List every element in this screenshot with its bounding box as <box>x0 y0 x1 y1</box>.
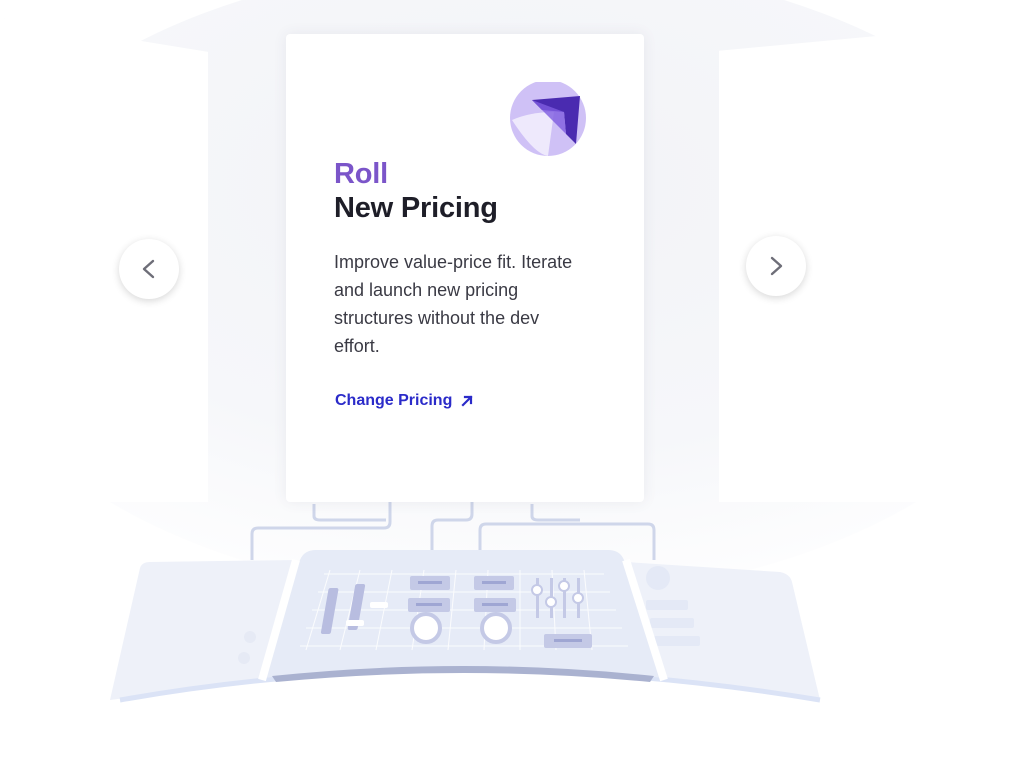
chevron-left-icon <box>142 259 155 279</box>
chevron-right-icon <box>770 256 783 276</box>
change-pricing-label: Change Pricing <box>335 392 453 409</box>
change-pricing-link[interactable]: Change Pricing <box>335 392 474 410</box>
purple-arrow-logo-icon <box>510 82 586 156</box>
arrow-up-right-icon <box>461 395 473 407</box>
carousel-prev-button[interactable] <box>119 239 179 299</box>
card-description: Improve value-price fit. Iterate and lau… <box>334 252 573 356</box>
carousel-stage: Roll New Pricing Improve value-price fit… <box>0 0 1026 768</box>
dashboard-console-illustration <box>110 500 821 703</box>
card-title: New Pricing <box>334 192 498 224</box>
feature-card: Roll New Pricing Improve value-price fit… <box>286 34 644 502</box>
carousel-next-button[interactable] <box>746 236 806 296</box>
card-kicker: Roll <box>334 158 388 190</box>
center-console-panel <box>262 550 664 678</box>
